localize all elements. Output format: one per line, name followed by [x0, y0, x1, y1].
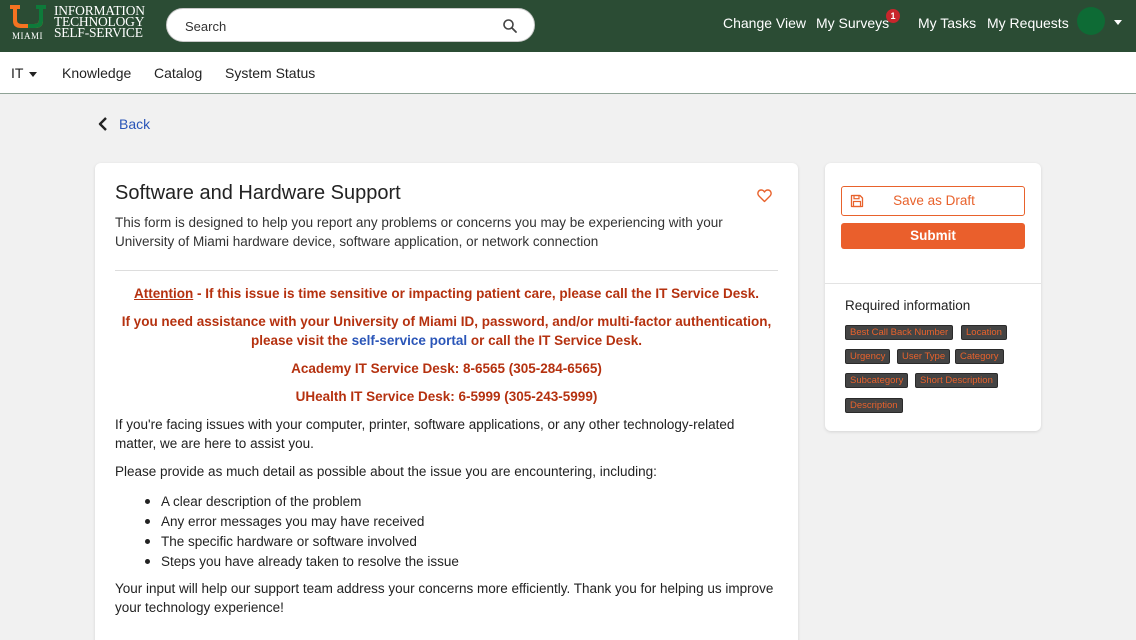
attention-notice: Attention - If this issue is time sensit… — [115, 284, 778, 303]
assistance-notice: If you need assistance with your Univers… — [115, 312, 778, 350]
required-tag-category[interactable]: Category — [955, 349, 1004, 364]
assistance-after: or call the IT Service Desk. — [467, 333, 642, 348]
self-service-portal-link[interactable]: self-service portal — [352, 333, 468, 348]
logo-title: INFORMATION TECHNOLOGY SELF-SERVICE — [54, 4, 145, 40]
logo-miami-text: MIAMI — [12, 31, 43, 41]
my-surveys-link[interactable]: My Surveys — [816, 13, 889, 33]
caret-down-icon — [29, 71, 38, 77]
back-label: Back — [119, 116, 151, 132]
top-header: MIAMI INFORMATION TECHNOLOGY SELF-SERVIC… — [0, 0, 1136, 52]
page-title: Software and Hardware Support — [115, 182, 401, 204]
change-view-link[interactable]: Change View — [723, 13, 806, 33]
closing-text: Your input will help our support team ad… — [115, 581, 774, 615]
search-input[interactable] — [185, 17, 485, 35]
detail-list: A clear description of the problem Any e… — [141, 492, 741, 572]
divider — [115, 270, 778, 271]
detail-prompt: Please provide as much detail as possibl… — [115, 464, 657, 479]
attention-text: - If this issue is time sensitive or imp… — [193, 286, 759, 301]
logo-line-3: SELF-SERVICE — [54, 25, 143, 40]
list-item: Any error messages you may have received — [141, 512, 741, 532]
nav-it-label: IT — [11, 65, 24, 81]
list-item: The specific hardware or software involv… — [141, 532, 741, 552]
u-logo-icon — [10, 5, 46, 28]
nav-it-dropdown[interactable]: IT — [11, 64, 38, 82]
nav-catalog[interactable]: Catalog — [154, 64, 202, 82]
surveys-count-badge: 1 — [886, 9, 900, 23]
form-card: Software and Hardware Support This form … — [95, 163, 798, 640]
academy-desk-phone: Academy IT Service Desk: 8-6565 (305-284… — [291, 361, 602, 376]
heart-icon[interactable] — [757, 189, 772, 203]
nav-knowledge[interactable]: Knowledge — [62, 64, 131, 82]
divider — [825, 283, 1041, 284]
submit-button[interactable]: Submit — [841, 223, 1025, 249]
required-info-title: Required information — [845, 298, 971, 313]
avatar[interactable] — [1077, 7, 1105, 35]
form-description: This form is designed to help you report… — [115, 215, 723, 249]
nav-system-status[interactable]: System Status — [225, 64, 315, 82]
required-tag-short-description[interactable]: Short Description — [915, 373, 998, 388]
list-item: A clear description of the problem — [141, 492, 741, 512]
actions-card: Save as Draft Submit Required informatio… — [825, 163, 1041, 431]
uhealth-desk-phone: UHealth IT Service Desk: 6-5999 (305-243… — [295, 389, 598, 404]
my-tasks-link[interactable]: My Tasks — [918, 13, 976, 33]
intro-text: If you're facing issues with your comput… — [115, 417, 735, 451]
university-logo[interactable]: MIAMI INFORMATION TECHNOLOGY SELF-SERVIC… — [8, 4, 148, 45]
save-as-draft-button[interactable]: Save as Draft — [841, 186, 1025, 216]
required-tag-urgency[interactable]: Urgency — [845, 349, 891, 364]
attention-word: Attention — [134, 286, 194, 301]
required-tag-description[interactable]: Description — [845, 398, 903, 413]
required-tag-subcategory[interactable]: Subcategory — [845, 373, 909, 388]
search-icon[interactable] — [502, 18, 518, 34]
list-item: Steps you have already taken to resolve … — [141, 552, 741, 572]
save-as-draft-label: Save as Draft — [893, 193, 975, 208]
required-tag-user-type[interactable]: User Type — [897, 349, 951, 364]
search-bar — [166, 8, 535, 42]
secondary-nav: IT Knowledge Catalog System Status — [0, 52, 1136, 94]
required-tag-location[interactable]: Location — [961, 325, 1007, 340]
required-tag-best-call-back-number[interactable]: Best Call Back Number — [845, 325, 954, 340]
chevron-down-icon[interactable] — [1114, 20, 1122, 25]
chevron-left-icon — [98, 117, 107, 131]
my-requests-link[interactable]: My Requests — [987, 13, 1069, 33]
